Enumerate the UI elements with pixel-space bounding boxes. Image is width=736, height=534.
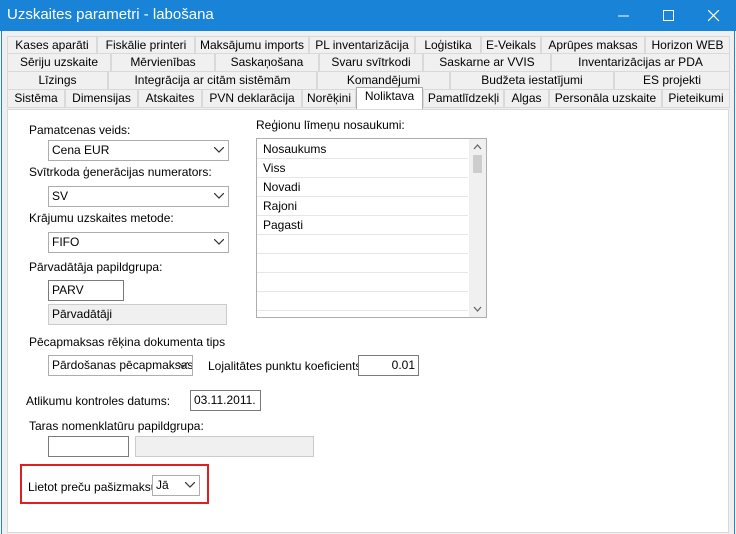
lietot-label: Lietot preču pašizmaksu: (28, 480, 161, 494)
tab-atskaites[interactable]: Atskaites (138, 89, 202, 108)
list-item[interactable]: Viss (257, 159, 468, 178)
list-item[interactable]: Pagasti (257, 216, 468, 235)
regions-scrollbar[interactable] (469, 139, 486, 317)
maximize-button[interactable] (646, 0, 691, 31)
tab-dimensijas[interactable]: Dimensijas (65, 89, 138, 108)
chevron-down-icon (185, 482, 195, 488)
list-item[interactable]: Rajoni (257, 197, 468, 216)
svitrkoda-label: Svītrkoda ģenerācijas numerators: (29, 165, 212, 179)
lietot-select[interactable]: Jā (152, 475, 200, 496)
list-item[interactable] (257, 273, 468, 292)
pamatcenas-label: Pamatcenas veids: (29, 123, 131, 137)
tab-seriju-uzskaite[interactable]: Sēriju uzskaite (7, 53, 111, 72)
svitrkoda-select[interactable]: SV (48, 186, 229, 207)
regions-listbox[interactable]: Nosaukums Viss Novadi Rajoni Pagasti (256, 138, 487, 318)
tab-saskarne-ar-vvis[interactable]: Saskarne ar VVIS (423, 53, 551, 72)
list-item[interactable]: Nosaukums (257, 140, 468, 159)
title-bar: Uzskaites parametri - labošana (0, 0, 736, 31)
tab-svaru-svitrkodi[interactable]: Svaru svītrkodi (319, 53, 423, 72)
lojalitates-field[interactable]: 0.01 (358, 355, 419, 376)
tab-lizings[interactable]: Līzings (7, 71, 108, 90)
list-item[interactable] (257, 292, 468, 311)
list-item[interactable] (257, 235, 468, 254)
minimize-button[interactable] (601, 0, 646, 31)
parvadataja-label: Pārvadātāja papildgrupa: (29, 260, 163, 274)
tab-sistema[interactable]: Sistēma (7, 89, 65, 108)
chevron-down-icon (214, 239, 224, 245)
tab-budzeta-iestatijumi[interactable]: Budžeta iestatījumi (450, 71, 614, 90)
chevron-down-icon (214, 147, 224, 153)
atlikumu-date-field[interactable]: 03.11.2011. (190, 390, 261, 411)
svitrkoda-value: SV (52, 189, 69, 203)
pamatcenas-value: Cena EUR (52, 143, 110, 157)
krajumu-label: Krājumu uzskaites metode: (29, 211, 174, 225)
pecapmaksas-label: Pēcapmaksas rēķina dokumenta tips (29, 335, 226, 349)
tab-saskanosana[interactable]: Saskaņošana (215, 53, 319, 72)
maximize-icon (663, 10, 674, 21)
minimize-icon (618, 15, 629, 17)
taras-label: Taras nomenklatūru papildgrupa: (29, 419, 204, 433)
pecapmaksas-select[interactable]: Pārdošanas pēcapmaksas (48, 355, 193, 376)
close-icon (708, 10, 720, 22)
tab-mervienibas[interactable]: Mērvienības (111, 53, 215, 72)
tab-norekini[interactable]: Norēķini (302, 89, 356, 108)
chevron-down-icon (214, 193, 224, 199)
taras-name-field (135, 436, 314, 457)
pamatcenas-select[interactable]: Cena EUR (48, 140, 229, 161)
noliktava-panel: Pamatcenas veids: Cena EUR Svītrkoda ģen… (7, 109, 729, 533)
taras-code-field[interactable] (48, 436, 129, 457)
tab-pieteikumi[interactable]: Pieteikumi (662, 89, 730, 108)
tab-pamatlidzekli[interactable]: Pamatlīdzekļi (423, 89, 504, 108)
regions-label: Reģionu līmeņu nosaukumi: (256, 118, 405, 132)
lojalitates-label: Lojalitātes punktu koeficients: (208, 359, 365, 373)
tab-integracija[interactable]: Integrācija ar citām sistēmām (108, 71, 317, 90)
list-item[interactable]: Novadi (257, 178, 468, 197)
parvadataja-name-field: Pārvadātāji (48, 304, 227, 325)
list-item[interactable] (257, 254, 468, 273)
tab-noliktava[interactable]: Noliktava (356, 87, 423, 109)
close-button[interactable] (691, 0, 736, 31)
tab-pvn-deklaracija[interactable]: PVN deklarācija (202, 89, 302, 108)
window-title: Uzskaites parametri - labošana (7, 6, 214, 23)
window-body: Kases aparāti Fiskālie printeri Maksājum… (1, 31, 735, 534)
tab-inventarizacijas-ar-pda[interactable]: Inventarizācijas ar PDA (551, 53, 730, 72)
krajumu-value: FIFO (52, 235, 80, 249)
tab-algas[interactable]: Algas (504, 89, 549, 108)
krajumu-select[interactable]: FIFO (48, 232, 229, 253)
atlikumu-label: Atlikumu kontroles datums: (26, 394, 171, 408)
tab-personala-uzskaite[interactable]: Personāla uzskaite (549, 89, 662, 108)
scrollbar-graphic (473, 144, 482, 312)
pecapmaksas-value: Pārdošanas pēcapmaksas (52, 358, 193, 372)
lietot-value: Jā (156, 478, 169, 492)
parvadataja-code-field[interactable]: PARV (48, 280, 124, 301)
chevron-down-icon (178, 362, 188, 368)
tab-es-projekti[interactable]: ES projekti (614, 71, 730, 90)
